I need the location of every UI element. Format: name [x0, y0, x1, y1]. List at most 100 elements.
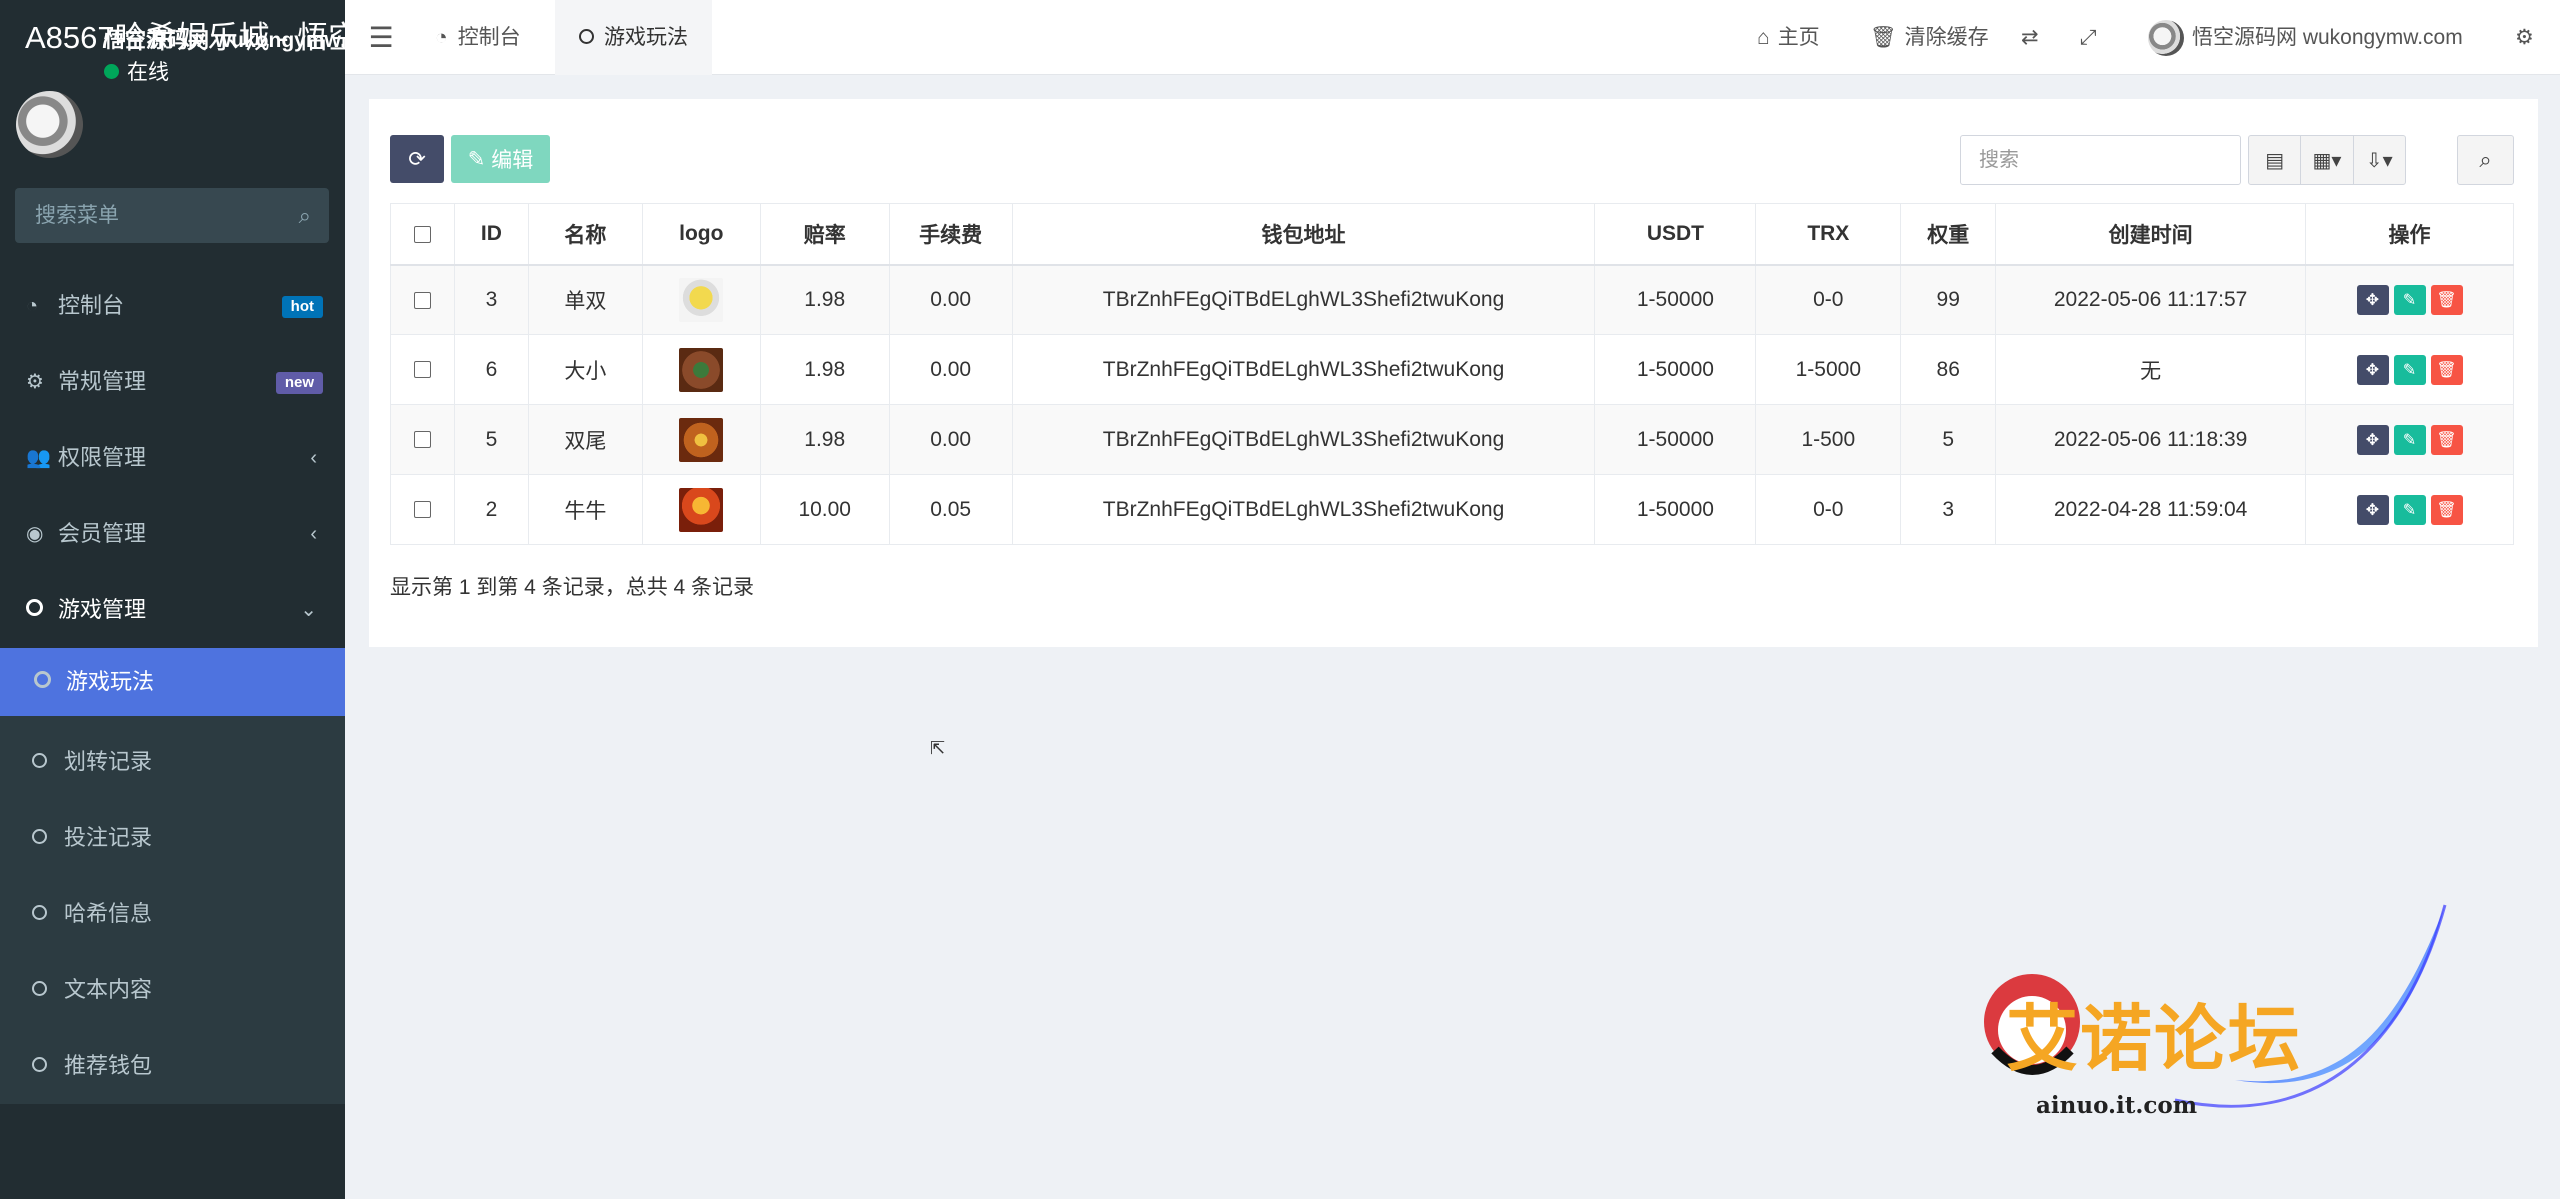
cell-weight: 86 [1900, 334, 1997, 405]
row-checkbox[interactable] [390, 404, 455, 475]
watermark-text: 艾诺论坛 [2006, 997, 2303, 1081]
game-logo-image[interactable] [679, 487, 724, 532]
table-header-row: ID 名称 logo 赔率 手续费 钱包地址 USDT TRX 权重 创建时间 … [390, 203, 2514, 266]
search-icon[interactable]: ⌕ [299, 188, 311, 243]
delete-trash-icon[interactable]: 🗑 [2430, 284, 2463, 315]
user-circle-icon: ◉ [26, 523, 44, 545]
drag-move-icon[interactable]: ✥ [2356, 494, 2389, 525]
sidebar-item-general[interactable]: ⚙ 常规管理 new [0, 344, 345, 420]
cell-trx: 1-5000 [1755, 334, 1902, 405]
chevron-down-icon: ⌄ [300, 599, 317, 621]
toggle-view-icon[interactable]: ▤ [2249, 136, 2302, 184]
menu-toggle-icon[interactable]: ☰ [361, 0, 401, 75]
row-checkbox[interactable] [390, 264, 455, 335]
cell-odds: 10.00 [759, 474, 890, 545]
column-header[interactable]: 赔率 [759, 203, 890, 266]
sidebar-item-dashboard[interactable]: ◔ 控制台 hot [0, 268, 345, 344]
delete-trash-icon[interactable]: 🗑 [2430, 354, 2463, 385]
fullscreen-icon[interactable]: ⤢ [2080, 0, 2097, 75]
refresh-button[interactable]: ⟳ [390, 135, 444, 183]
drag-move-icon[interactable]: ✥ [2356, 424, 2389, 455]
home-link[interactable]: ⌂ 主页 [1757, 0, 1820, 75]
column-header: 操作 [2305, 203, 2514, 266]
cell-usdt: 1-50000 [1594, 334, 1757, 405]
cell-created: 2022-05-06 11:17:57 [1995, 264, 2306, 335]
column-header[interactable]: TRX [1755, 203, 1902, 266]
home-label: 主页 [1777, 26, 1820, 49]
search-button[interactable]: ⌕ [2457, 135, 2514, 185]
column-header[interactable]: 名称 [527, 203, 643, 266]
game-logo-image[interactable] [679, 347, 724, 392]
sidebar-item-bet-records[interactable]: 投注记录 [0, 800, 345, 876]
cell-logo [641, 474, 761, 545]
users-icon: 👥 [26, 447, 51, 469]
table-row[interactable]: 3 单双 1.98 0.00 TBrZnhFEgQiTBdELghWL3Shef… [390, 264, 2514, 335]
cell-weight: 99 [1900, 264, 1997, 335]
cell-name: 双尾 [527, 404, 643, 475]
cell-logo [641, 404, 761, 475]
drag-move-icon[interactable]: ✥ [2356, 284, 2389, 315]
clear-cache-button[interactable]: 🗑 清除缓存 [1870, 0, 1989, 75]
circle-icon [26, 572, 56, 648]
sidebar-item-members[interactable]: ◉ 会员管理 ‹ [0, 496, 345, 572]
pencil-icon: ✎ [467, 147, 486, 171]
column-header[interactable]: 手续费 [888, 203, 1013, 266]
sidebar-item-hash-info[interactable]: 哈希信息 [0, 876, 345, 952]
tab-dashboard[interactable]: ◔ 控制台 [411, 0, 545, 75]
mouse-cursor-icon: ⇱ [930, 738, 946, 758]
edit-pencil-icon[interactable]: ✎ [2393, 284, 2426, 315]
delete-trash-icon[interactable]: 🗑 [2430, 424, 2463, 455]
edit-label: 编辑 [491, 149, 534, 172]
game-logo-image[interactable] [679, 277, 724, 322]
delete-trash-icon[interactable]: 🗑 [2430, 494, 2463, 525]
columns-dropdown-icon[interactable]: ▦▾ [2301, 136, 2354, 184]
settings-gear-icon[interactable]: ⚙ [2515, 0, 2534, 75]
column-header[interactable]: 权重 [1900, 203, 1997, 266]
table-row[interactable]: 6 大小 1.98 0.00 TBrZnhFEgQiTBdELghWL3Shef… [390, 334, 2514, 405]
sidebar-item-label: 投注记录 [64, 825, 153, 850]
cell-actions: ✥ ✎ 🗑 [2305, 264, 2514, 335]
table-row[interactable]: 2 牛牛 10.00 0.05 TBrZnhFEgQiTBdELghWL3She… [390, 474, 2514, 545]
sidebar-item-games[interactable]: 游戏管理 ⌄ [0, 572, 345, 648]
edit-pencil-icon[interactable]: ✎ [2393, 424, 2426, 455]
sidebar-item-transfer-records[interactable]: 划转记录 [0, 724, 345, 800]
search-input[interactable]: 搜索 [1960, 135, 2241, 185]
watermark-url: ainuo.it.com [2036, 1092, 2198, 1119]
column-header[interactable]: 创建时间 [1995, 203, 2306, 266]
cell-wallet: TBrZnhFEgQiTBdELghWL3Shefi2twuKong [1011, 334, 1596, 405]
search-icon: ⌕ [2479, 147, 2492, 172]
translate-icon[interactable]: ⇄ [2021, 0, 2039, 75]
column-header[interactable]: logo [641, 203, 761, 266]
select-all-checkbox[interactable] [390, 203, 455, 266]
export-dropdown-icon[interactable]: ⇩▾ [2354, 136, 2405, 184]
sidebar-item-permissions[interactable]: 👥 权限管理 ‹ [0, 420, 345, 496]
edit-pencil-icon[interactable]: ✎ [2393, 354, 2426, 385]
top-navbar: ☰ ◔ 控制台 游戏玩法 ⌂ 主页 🗑 清除缓存 ⇄ ⤢ 悟空源码网 wukon… [345, 0, 2560, 75]
table-row[interactable]: 5 双尾 1.98 0.00 TBrZnhFEgQiTBdELghWL3Shef… [390, 404, 2514, 475]
drag-move-icon[interactable]: ✥ [2356, 354, 2389, 385]
sidebar-search-input[interactable]: 搜索菜单 ⌕ [15, 188, 329, 243]
row-checkbox[interactable] [390, 334, 455, 405]
sidebar-item-recommend-wallet[interactable]: 推荐钱包 [0, 1028, 345, 1104]
column-header[interactable]: 钱包地址 [1011, 203, 1596, 266]
user-menu[interactable]: 悟空源码网 wukongymw.com [2148, 0, 2463, 75]
cell-created: 无 [1995, 334, 2306, 405]
clear-cache-label: 清除缓存 [1904, 26, 1989, 49]
tab-game-rules[interactable]: 游戏玩法 [555, 0, 712, 75]
cell-id: 6 [453, 334, 529, 405]
submenu-spacer [0, 716, 345, 724]
cell-usdt: 1-50000 [1594, 264, 1757, 335]
cell-created: 2022-04-28 11:59:04 [1995, 474, 2306, 545]
edit-pencil-icon[interactable]: ✎ [2393, 494, 2426, 525]
column-header[interactable]: USDT [1594, 203, 1757, 266]
column-header[interactable]: ID [453, 203, 529, 266]
game-logo-image[interactable] [679, 417, 724, 462]
cell-logo [641, 334, 761, 405]
sidebar-item-game-rules[interactable]: 游戏玩法 [0, 648, 345, 716]
row-checkbox[interactable] [390, 474, 455, 545]
sidebar-item-text-content[interactable]: 文本内容 [0, 952, 345, 1028]
edit-button[interactable]: ✎ 编辑 [451, 135, 550, 183]
circle-icon [32, 1028, 62, 1104]
trash-icon: 🗑 [1870, 26, 1897, 49]
sidebar-item-label: 会员管理 [58, 521, 147, 546]
